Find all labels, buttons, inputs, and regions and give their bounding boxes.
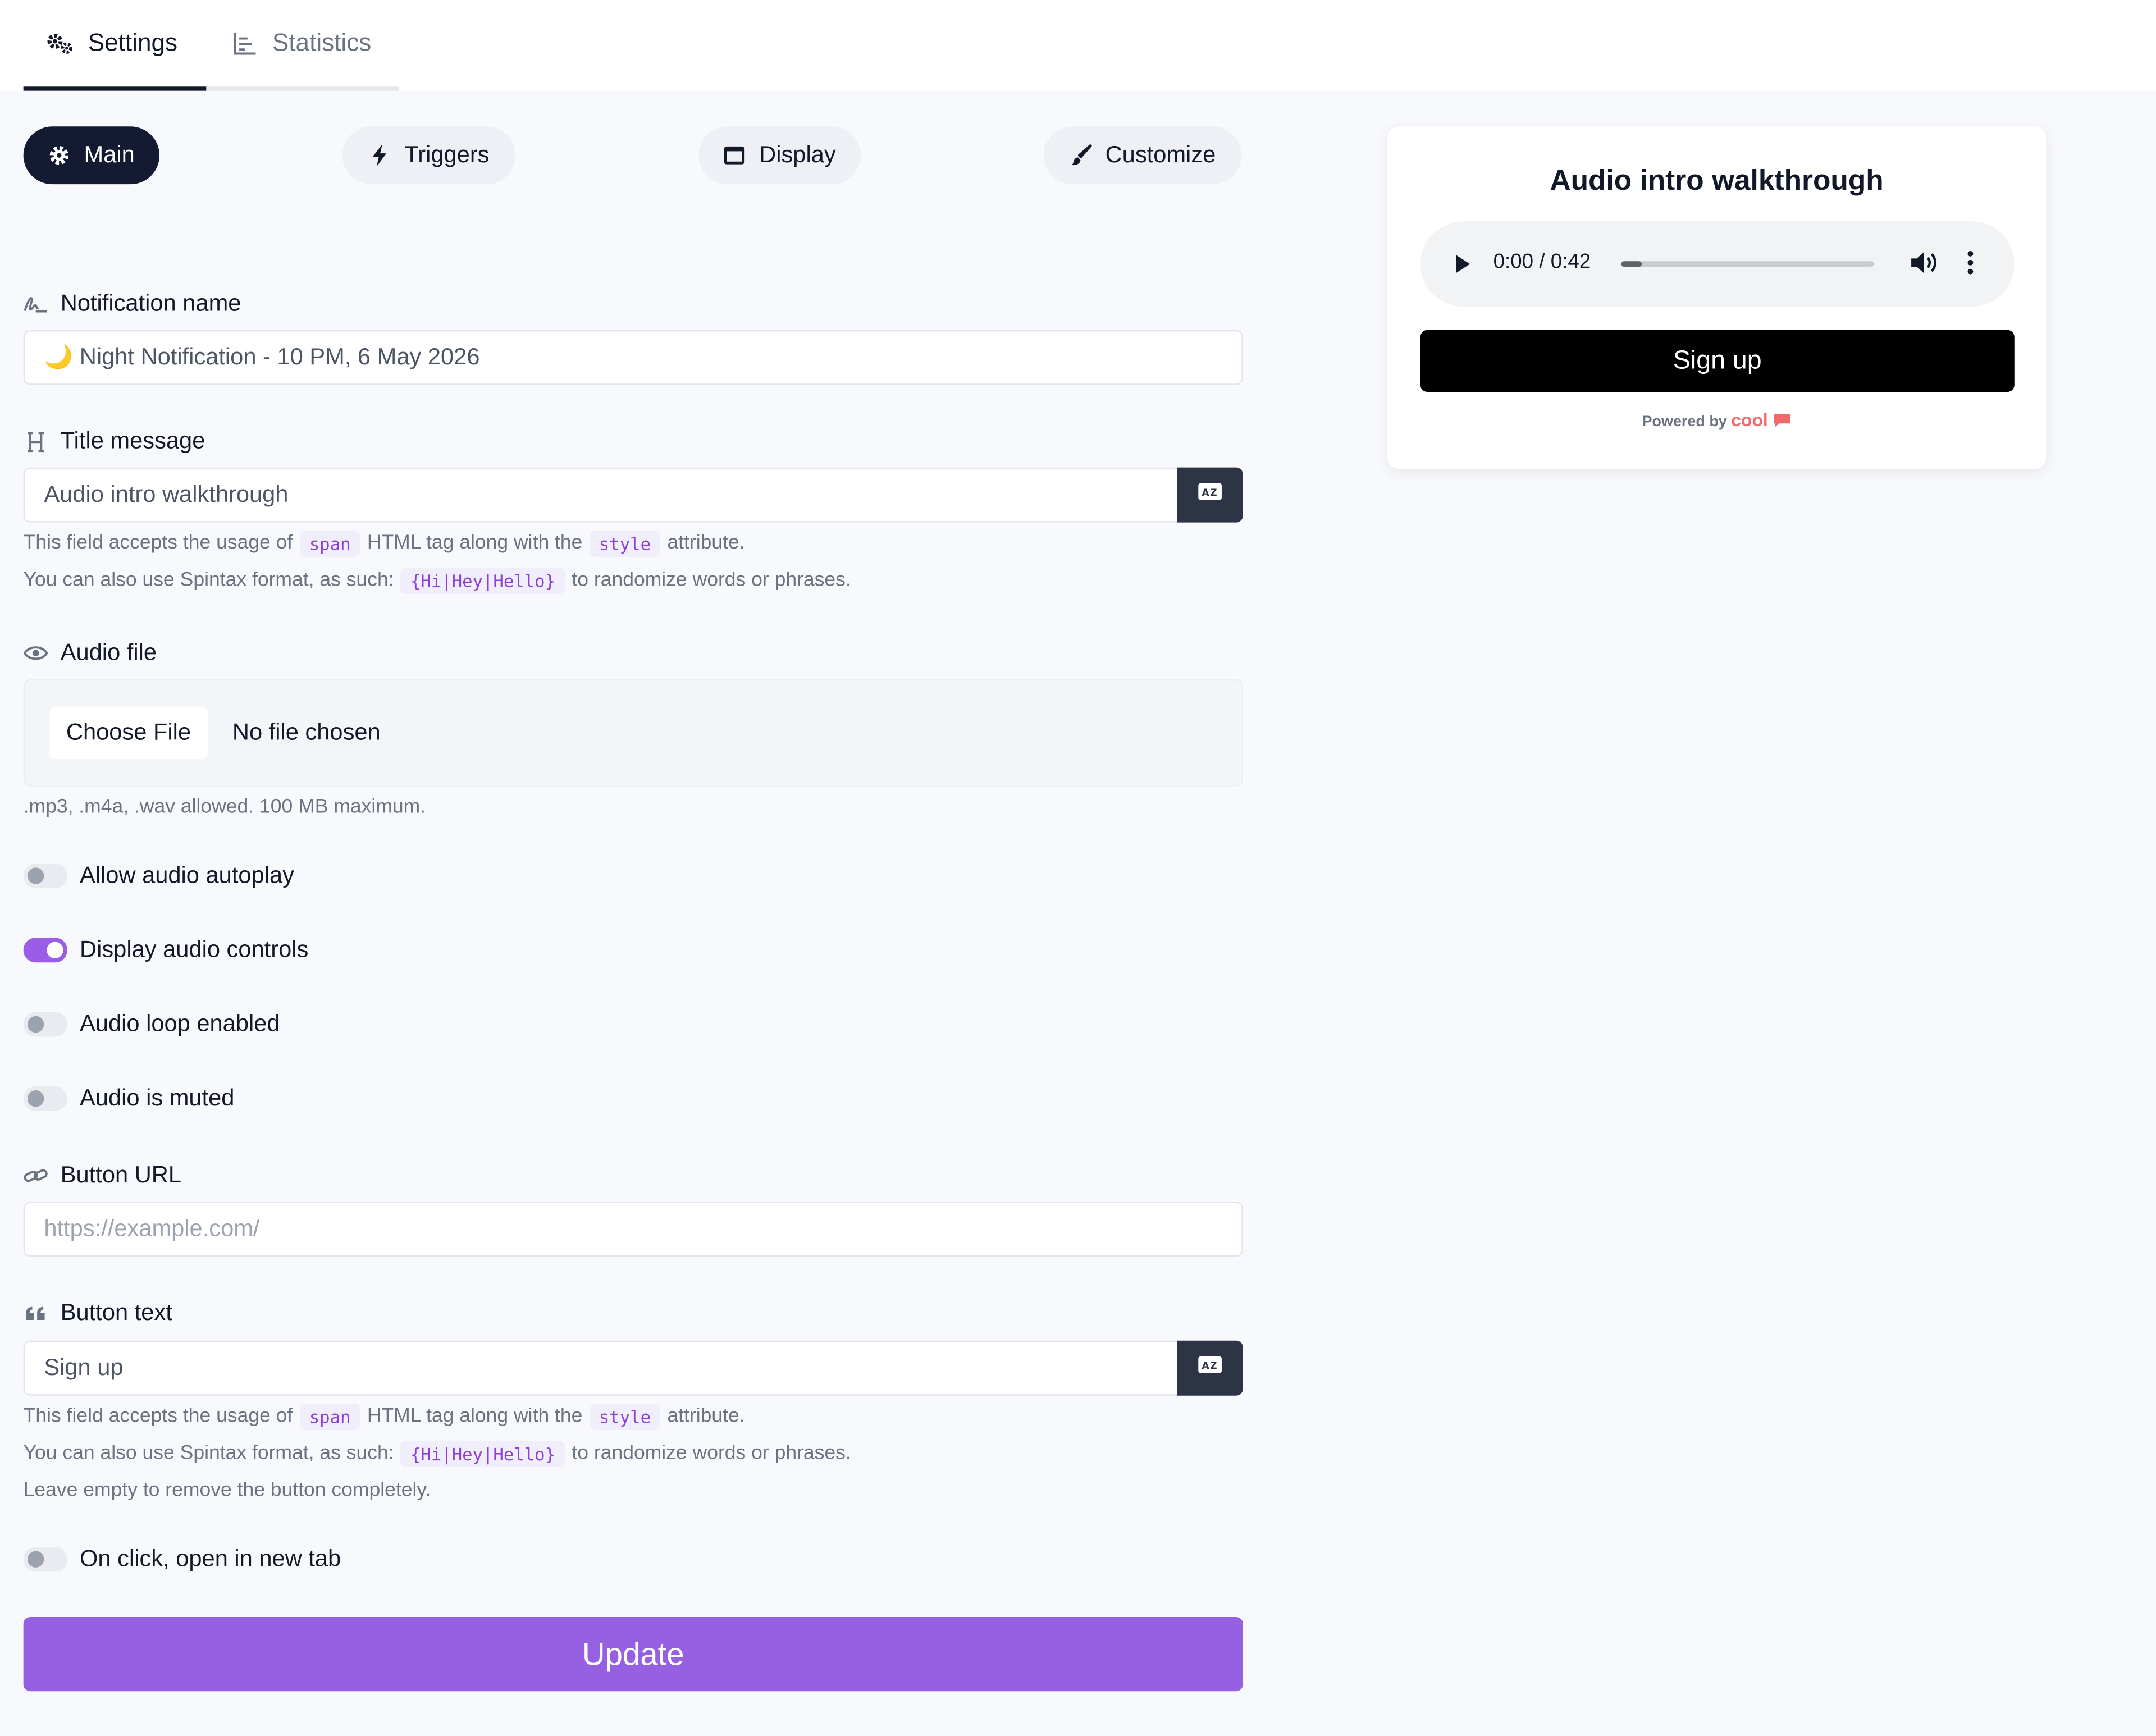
tab-settings[interactable]: Settings xyxy=(23,0,207,91)
subtab-main-label: Main xyxy=(84,141,135,168)
button-text-label: Button text xyxy=(24,1298,172,1328)
controls-toggle[interactable] xyxy=(23,938,68,963)
audio-progress-track[interactable] xyxy=(1621,261,1874,267)
powered-by[interactable]: Powered by cool xyxy=(1387,410,2046,431)
autoplay-toggle-row[interactable]: Allow audio autoplay xyxy=(23,860,294,893)
title-spintax-button[interactable]: AZ xyxy=(1177,467,1243,523)
loop-toggle-row[interactable]: Audio loop enabled xyxy=(23,1008,280,1041)
bar-chart-icon xyxy=(231,30,258,57)
tab-statistics[interactable]: Statistics xyxy=(206,0,399,91)
subtab-display[interactable]: Display xyxy=(698,126,861,185)
button-url-input[interactable]: https://example.com/ xyxy=(23,1202,1243,1257)
new-tab-toggle[interactable] xyxy=(23,1547,68,1572)
link-icon xyxy=(24,1163,48,1188)
title-help-spintax: You can also use Spintax format, as such… xyxy=(24,565,851,596)
button-text-spintax-button[interactable]: AZ xyxy=(1177,1340,1243,1396)
tab-statistics-label: Statistics xyxy=(272,29,372,57)
svg-text:A: A xyxy=(1202,1360,1209,1372)
audio-player: 0:00 / 0:42 xyxy=(1420,221,2015,307)
button-text-help-empty: Leave empty to remove the button complet… xyxy=(23,1479,431,1502)
audio-progress-fill xyxy=(1621,261,1642,267)
subtab-triggers-label: Triggers xyxy=(404,141,490,168)
audio-time: 0:00 / 0:42 xyxy=(1493,250,1591,274)
gears-icon xyxy=(47,30,74,57)
chat-bubble-icon xyxy=(1772,414,1791,430)
heading-icon xyxy=(24,429,48,454)
choose-file-button[interactable]: Choose File xyxy=(49,706,208,759)
new-tab-toggle-row[interactable]: On click, open in new tab xyxy=(23,1543,341,1576)
notification-preview: Audio intro walkthrough 0:00 / 0:42 Sign… xyxy=(1387,126,2047,469)
paintbrush-icon xyxy=(1070,144,1092,166)
eye-icon xyxy=(23,641,48,665)
audio-file-input[interactable]: Choose File No file chosen xyxy=(23,679,1243,787)
cog-icon xyxy=(48,144,70,166)
top-tab-bar: Settings Statistics xyxy=(0,0,2156,91)
preview-cta-button[interactable]: Sign up xyxy=(1420,330,2015,392)
quote-icon xyxy=(24,1301,48,1326)
text-format-icon: AZ xyxy=(1198,1356,1222,1381)
svg-text:Z: Z xyxy=(1210,1360,1217,1372)
notification-name-input[interactable]: 🌙 Night Notification - 10 PM, 6 May 2026 xyxy=(23,330,1243,385)
svg-text:A: A xyxy=(1202,487,1209,499)
title-message-input[interactable]: Audio intro walkthrough xyxy=(23,467,1179,523)
window-icon xyxy=(723,144,745,166)
audio-file-label: Audio file xyxy=(23,638,157,668)
autoplay-toggle[interactable] xyxy=(23,863,68,889)
subtab-main[interactable]: Main xyxy=(23,126,160,185)
subtab-customize[interactable]: Customize xyxy=(1043,126,1242,185)
button-text-help-span: This field accepts the usage of span HTM… xyxy=(24,1401,745,1432)
muted-toggle[interactable] xyxy=(23,1086,68,1111)
subtab-display-label: Display xyxy=(759,141,836,168)
svg-text:Z: Z xyxy=(1210,487,1217,499)
bolt-icon xyxy=(369,144,391,167)
signature-icon xyxy=(24,291,48,316)
volume-icon[interactable] xyxy=(1910,249,1940,283)
audio-file-hint: .mp3, .m4a, .wav allowed. 100 MB maximum… xyxy=(23,796,426,819)
subtab-customize-label: Customize xyxy=(1105,141,1216,168)
muted-toggle-row[interactable]: Audio is muted xyxy=(23,1082,235,1115)
button-url-label: Button URL xyxy=(24,1161,181,1191)
text-format-icon: AZ xyxy=(1198,483,1222,508)
play-icon[interactable] xyxy=(1454,253,1473,282)
update-button[interactable]: Update xyxy=(23,1617,1243,1692)
title-help-span: This field accepts the usage of span HTM… xyxy=(24,528,745,558)
no-file-text: No file chosen xyxy=(232,719,381,746)
notification-name-label: Notification name xyxy=(24,289,241,319)
controls-toggle-row[interactable]: Display audio controls xyxy=(23,934,309,967)
button-text-help-spintax: You can also use Spintax format, as such… xyxy=(24,1438,851,1469)
more-options-icon[interactable] xyxy=(1966,249,1975,283)
loop-toggle[interactable] xyxy=(23,1012,68,1037)
title-message-label: Title message xyxy=(24,426,205,456)
button-text-input[interactable]: Sign up xyxy=(23,1340,1179,1396)
tab-settings-label: Settings xyxy=(88,29,178,57)
preview-title: Audio intro walkthrough xyxy=(1550,165,1884,197)
brand-logo: cool xyxy=(1731,409,1768,431)
subtab-triggers[interactable]: Triggers xyxy=(342,126,516,185)
